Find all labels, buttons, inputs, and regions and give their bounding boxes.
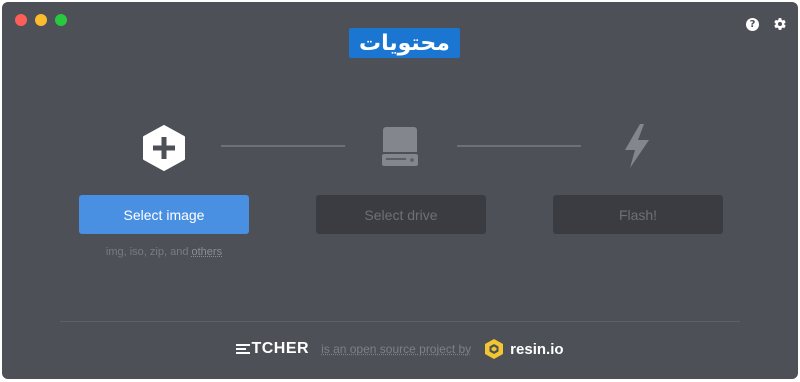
step-connector [221,145,345,147]
formats-others-link[interactable]: others [192,246,223,258]
select-image-button[interactable]: Select image [79,195,249,234]
close-window-button[interactable] [15,14,27,26]
maximize-window-button[interactable] [55,14,67,26]
window-controls [15,14,67,26]
plus-hexagon-icon [143,125,185,171]
etcher-window: ? محتويات Select image Select drive Flas… [2,2,798,379]
footer-text: is an open source project by [321,342,471,356]
resin-logo[interactable]: resin.io [483,338,564,360]
minimize-window-button[interactable] [35,14,47,26]
top-right-actions: ? [746,17,787,31]
resin-cube-icon [485,339,504,359]
footer-tagline[interactable]: is an open source project by [321,342,471,356]
footer-divider [60,321,740,322]
step-connector [457,145,581,147]
etcher-logo[interactable]: TCHER [236,340,309,358]
brand-badge: محتويات [349,28,460,58]
etcher-e-icon [236,344,251,354]
formats-text: img, iso, zip, and [105,246,192,258]
gear-icon[interactable] [773,17,787,31]
supported-formats: img, iso, zip, and others [79,246,249,258]
select-drive-button[interactable]: Select drive [316,195,486,234]
flash-button[interactable]: Flash! [553,195,723,234]
help-icon[interactable]: ? [746,17,759,31]
footer: TCHER is an open source project by resin… [2,338,798,360]
lightning-icon [625,124,649,168]
drive-icon [382,127,418,166]
etcher-logo-text: TCHER [251,340,310,357]
resin-logo-text: resin.io [510,340,564,358]
